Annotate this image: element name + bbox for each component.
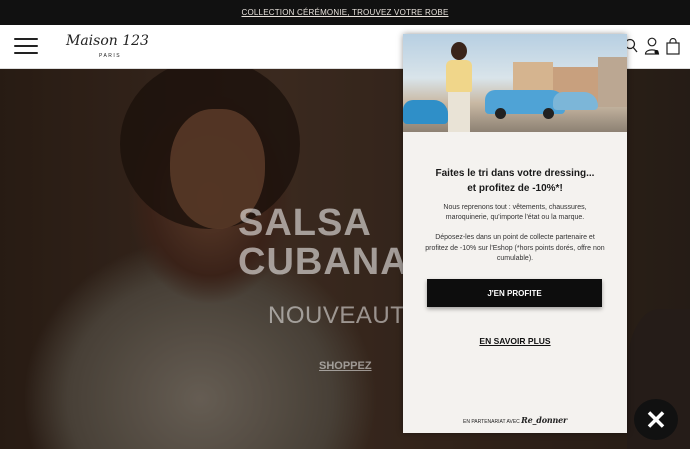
hero-title-line1: SALSA — [238, 202, 372, 244]
popup-paragraph-2: Déposez-les dans un point de collecte pa… — [425, 234, 605, 262]
menu-icon[interactable] — [14, 38, 38, 55]
learn-more-link[interactable]: EN SAVOIR PLUS — [403, 336, 627, 346]
close-popup-button[interactable]: ✕ — [634, 399, 678, 440]
jen-profite-button[interactable]: J'EN PROFITE — [427, 279, 602, 307]
hero-cta-link[interactable]: SHOPPEZ — [319, 360, 372, 372]
header-icons — [624, 37, 680, 55]
bag-icon[interactable] — [666, 37, 680, 55]
close-icon: ✕ — [645, 404, 667, 435]
popup-headline-line1: Faites le tri dans votre dressing... — [435, 168, 595, 179]
brand-logo[interactable]: Maison 123 PARIS — [66, 33, 156, 61]
partner-prefix: EN PARTENARIAT AVEC — [463, 419, 520, 425]
recycling-popup: Faites le tri dans votre dressing... et … — [403, 34, 627, 433]
partner-credit: EN PARTENARIAT AVEC Re_donner — [403, 415, 627, 425]
popup-headline-line2: et profitez de -10%*! — [467, 183, 563, 194]
popup-headline: Faites le tri dans votre dressing... et … — [403, 166, 627, 196]
account-icon[interactable] — [644, 37, 660, 55]
popup-paragraph-1: Nous reprenons tout : vêtements, chaussu… — [443, 204, 587, 221]
popup-model — [443, 42, 475, 132]
hero-title: SALSA CUBANA — [238, 204, 409, 282]
logo-script: Maison 123 — [66, 33, 149, 49]
logo-city: PARIS — [99, 53, 122, 59]
partner-logo: Re_donner — [521, 415, 567, 425]
popup-photo — [403, 34, 627, 132]
promo-link[interactable]: COLLECTION CÉRÉMONIE, TROUVEZ VOTRE ROBE — [242, 8, 449, 17]
promo-bar: COLLECTION CÉRÉMONIE, TROUVEZ VOTRE ROBE — [0, 0, 690, 25]
hero-title-line2: CUBANA — [238, 241, 409, 283]
